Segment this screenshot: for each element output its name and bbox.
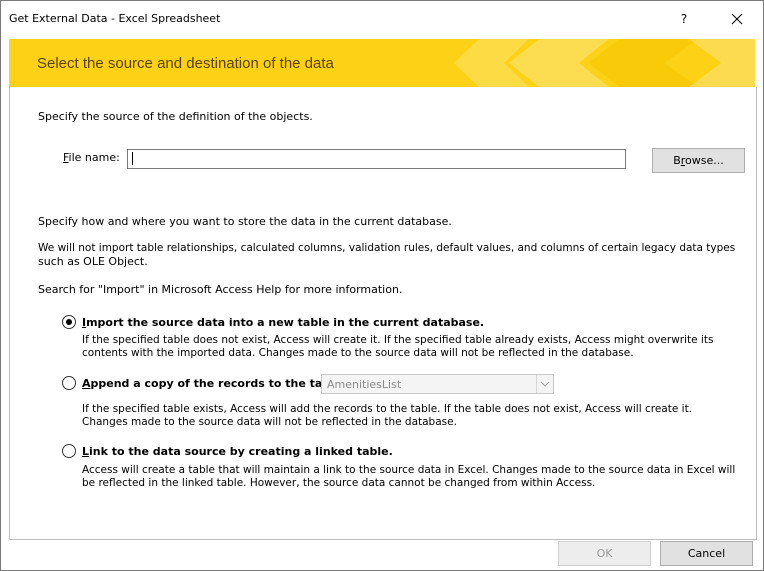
append-label-accel: A	[82, 377, 91, 390]
close-icon	[731, 13, 743, 25]
link-desc-line2: be reflected in the linked table. Howeve…	[82, 477, 596, 489]
banner-heading: Select the source and destination of the…	[37, 55, 334, 72]
link-desc-line1: Access will create a table that will mai…	[82, 464, 736, 476]
append-desc-line1: If the specified table exists, Access wi…	[82, 403, 693, 415]
source-intro: Specify the source of the definition of …	[38, 110, 313, 123]
import-desc-line2: contents with the imported data. Changes…	[82, 347, 634, 359]
text-caret	[132, 152, 133, 165]
file-name-label-rest: ile name:	[68, 151, 120, 164]
browse-button[interactable]: Browse...	[652, 148, 745, 173]
ok-button[interactable]: OK	[558, 541, 651, 566]
radio-selected-dot	[66, 319, 72, 325]
window-title: Get External Data - Excel Spreadsheet	[9, 12, 221, 25]
file-name-input[interactable]	[127, 149, 626, 169]
get-external-data-dialog: Get External Data - Excel Spreadsheet ? …	[0, 0, 764, 571]
link-radio[interactable]	[62, 444, 76, 458]
store-intro: Specify how and where you want to store …	[38, 215, 452, 228]
title-bar: Get External Data - Excel Spreadsheet ?	[1, 1, 763, 37]
header-banner: Select the source and destination of the…	[9, 39, 755, 87]
import-radio[interactable]	[62, 315, 76, 329]
import-option-label[interactable]: Import the source data into a new table …	[82, 316, 484, 329]
dropdown-arrow[interactable]	[536, 375, 553, 393]
browse-label-pre: B	[673, 154, 681, 167]
file-name-label: File name:	[63, 151, 120, 164]
import-label-rest: mport the source data into a new table i…	[86, 316, 485, 329]
chevron-down-icon	[540, 381, 550, 387]
store-note-line2: such as OLE Object.	[38, 255, 148, 268]
search-hint: Search for "Import" in Microsoft Access …	[38, 283, 403, 296]
import-desc-line1: If the specified table does not exist, A…	[82, 334, 714, 346]
append-radio[interactable]	[62, 376, 76, 390]
append-desc-line2: Changes made to the source data will not…	[82, 416, 457, 428]
link-label-accel: L	[82, 445, 90, 458]
cancel-button[interactable]: Cancel	[660, 541, 753, 566]
close-button[interactable]	[719, 5, 755, 33]
browse-label-rest: owse...	[685, 154, 724, 167]
append-table-dropdown[interactable]: AmenitiesList	[321, 374, 554, 394]
help-button[interactable]: ?	[669, 5, 699, 33]
link-option-label[interactable]: Link to the data source by creating a li…	[82, 445, 393, 458]
append-label-rest: ppend a copy of the records to the table…	[90, 377, 346, 390]
append-option-label[interactable]: Append a copy of the records to the tabl…	[82, 377, 346, 390]
link-label-rest: ink to the data source by creating a lin…	[89, 445, 393, 458]
store-note-line1: We will not import table relationships, …	[38, 242, 736, 254]
append-table-value: AmenitiesList	[327, 378, 402, 391]
